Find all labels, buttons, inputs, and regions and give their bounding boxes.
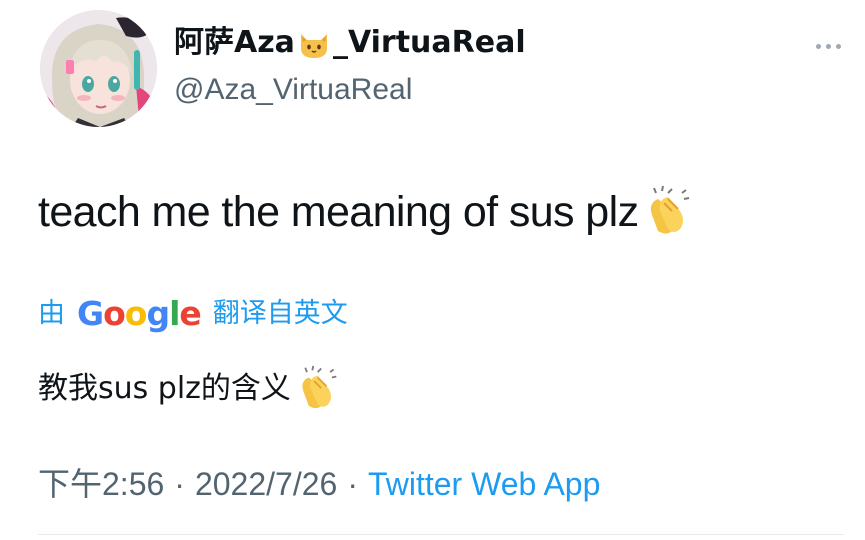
clapping-hands-icon: [638, 185, 692, 239]
display-name-text: 阿萨Aza: [174, 25, 295, 60]
translated-by-google[interactable]: 由 Google 翻译自英文: [38, 292, 348, 336]
tweet-time[interactable]: 下午2:56: [38, 462, 164, 506]
meta-separator: ·: [174, 466, 185, 502]
google-letter: g: [146, 294, 170, 333]
avatar-image: [40, 10, 157, 127]
avatar[interactable]: [40, 10, 157, 127]
user-handle[interactable]: @Aza_VirtuaReal: [174, 70, 526, 110]
more-options-button[interactable]: [808, 34, 848, 58]
tweet-source-link[interactable]: Twitter Web App: [368, 462, 600, 506]
cat-face-icon: [297, 26, 331, 60]
display-name-suffix: _VirtuaReal: [332, 25, 526, 60]
author-names: 阿萨Aza _VirtuaReal @Aza_VirtuaReal: [174, 22, 526, 110]
translated-text-content: 教我sus plz的含义: [38, 371, 291, 406]
google-logo: Google: [77, 292, 202, 336]
meta-separator: ·: [347, 466, 358, 502]
more-dot-icon: [825, 43, 831, 49]
google-letter: o: [124, 294, 148, 333]
google-letter: e: [179, 294, 201, 333]
google-letter: o: [103, 294, 126, 333]
tweet-card: 阿萨Aza _VirtuaReal @Aza_VirtuaReal teach …: [0, 0, 865, 540]
tweet-date[interactable]: 2022/7/26: [195, 462, 337, 506]
more-dot-icon: [815, 43, 821, 49]
display-name[interactable]: 阿萨Aza _VirtuaReal: [174, 22, 526, 64]
translated-tweet-text: 教我sus plz的含义: [38, 364, 339, 414]
tweet-meta: 下午2:56 · 2022/7/26 · Twitter Web App: [38, 462, 600, 506]
translated-by-label: 由: [38, 298, 65, 329]
clapping-hands-icon: [291, 365, 339, 413]
google-letter: G: [77, 294, 104, 333]
tweet-text: teach me the meaning of sus plz: [38, 184, 692, 240]
divider: [38, 534, 844, 535]
more-dot-icon: [835, 43, 841, 49]
translated-from-label: 翻译自英文: [212, 298, 348, 329]
google-letter: l: [169, 294, 180, 333]
tweet-text-content: teach me the meaning of sus plz: [38, 188, 639, 236]
